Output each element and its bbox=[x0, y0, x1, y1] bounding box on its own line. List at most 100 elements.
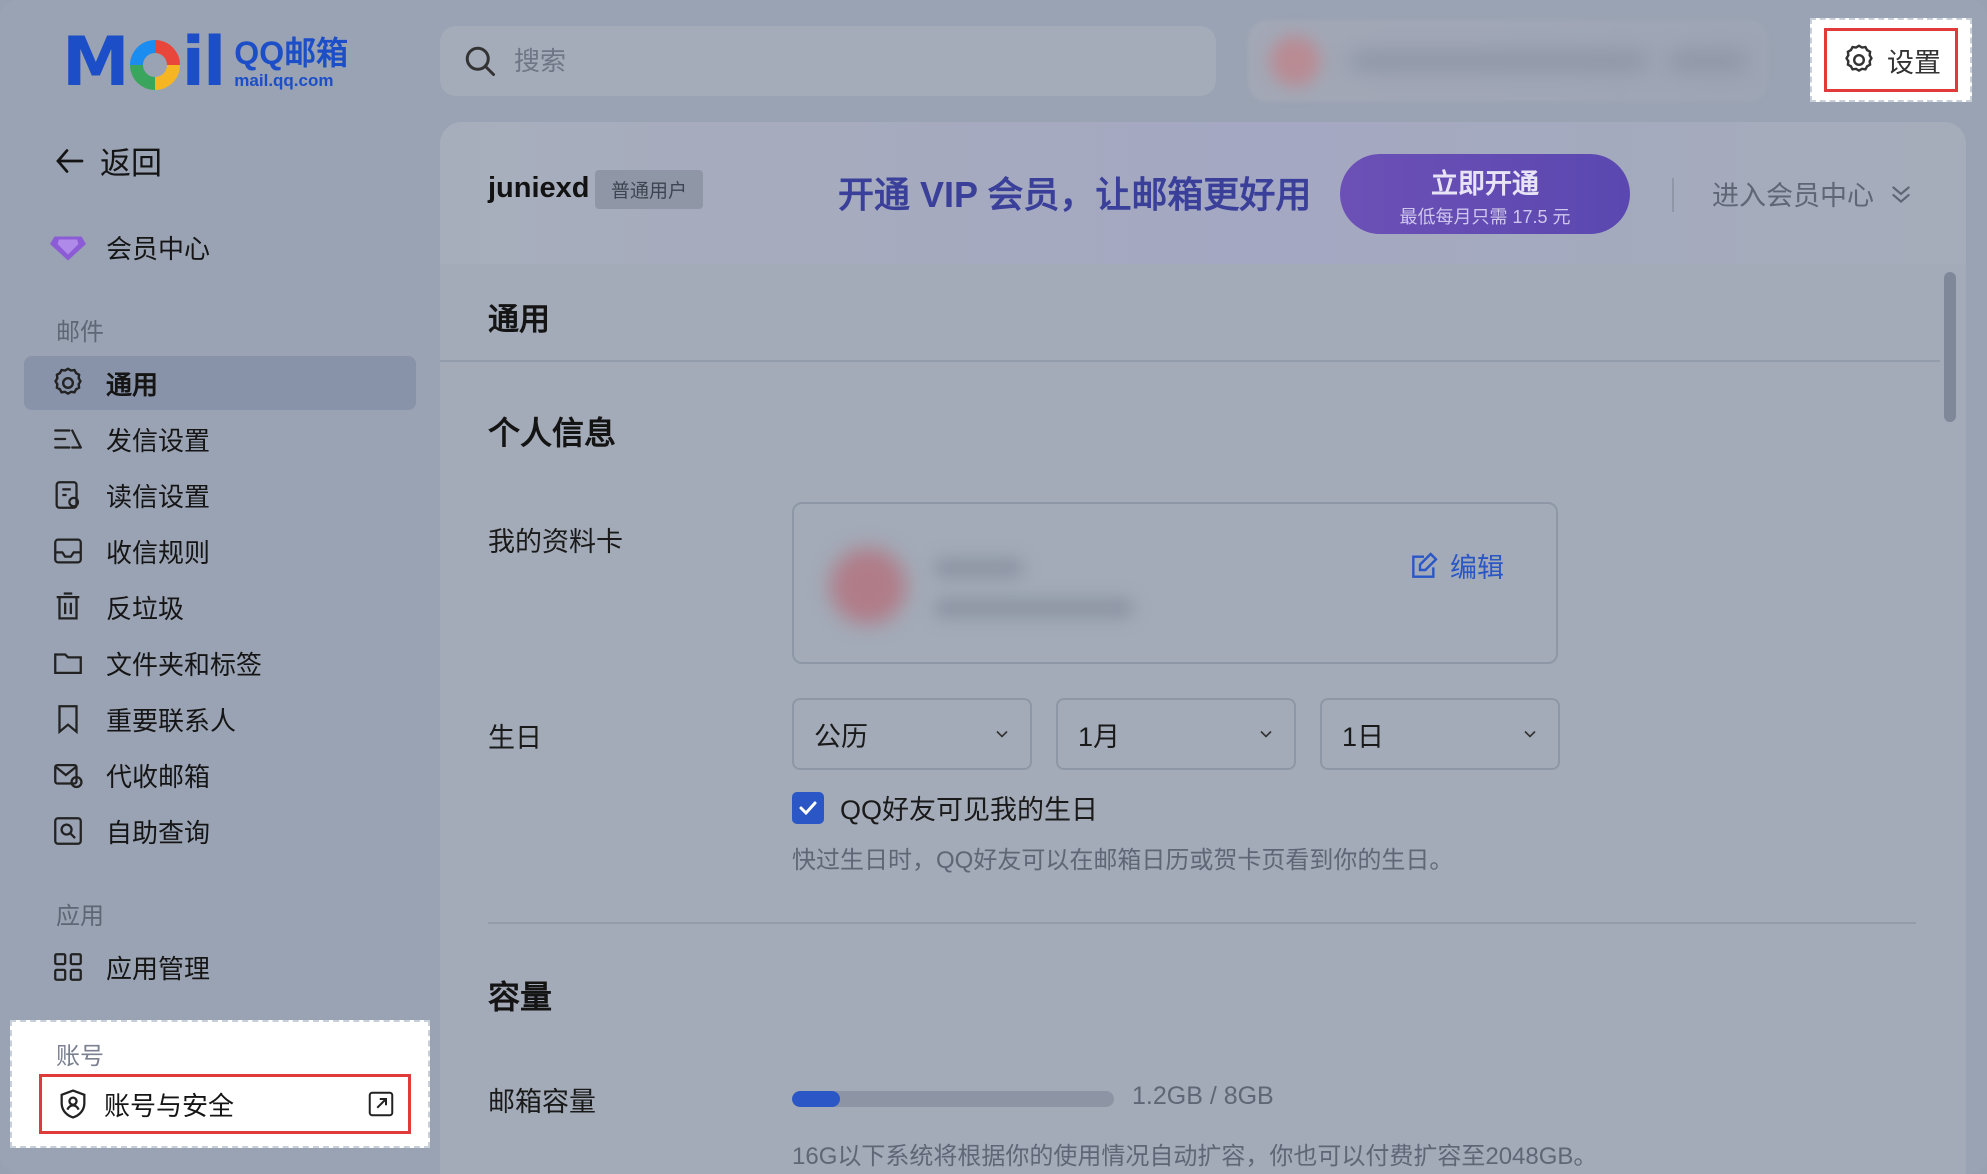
edit-label: 编辑 bbox=[1450, 553, 1504, 583]
qqmail-logo[interactable]: Mil QQ邮箱 mail.qq.com bbox=[62, 28, 348, 98]
select-value: 1日 bbox=[1342, 721, 1385, 752]
sidebar-item-account-security[interactable]: 账号与安全 bbox=[39, 1074, 411, 1134]
edit-icon bbox=[1412, 551, 1438, 578]
profile-card-label: 我的资料卡 bbox=[488, 527, 623, 557]
birthday-calendar-select[interactable]: 公历 bbox=[792, 698, 1032, 770]
search-bar[interactable] bbox=[440, 26, 1216, 96]
gear-icon bbox=[1845, 44, 1873, 73]
logo-brand: QQ邮箱 bbox=[234, 35, 349, 71]
sidebar-item-label: 收信规则 bbox=[106, 537, 211, 568]
mailbox-capacity-label: 邮箱容量 bbox=[488, 1087, 596, 1117]
back-button[interactable]: 返回 bbox=[52, 138, 162, 183]
sidebar-item-general[interactable]: 通用 bbox=[24, 356, 416, 410]
sidebar-item-read-settings[interactable]: 读信设置 bbox=[24, 468, 416, 522]
check-icon bbox=[799, 801, 817, 815]
vip-slogan: 开通 VIP 会员，让邮箱更好用 bbox=[838, 174, 1312, 215]
vip-open-button[interactable]: 立即开通 最低每月只需 17.5 元 bbox=[1340, 154, 1630, 234]
capacity-hint: 16G以下系统将根据你的使用情况自动扩容，你也可以付费扩容至2048GB。 bbox=[792, 1143, 1598, 1170]
vip-open-title: 立即开通 bbox=[1431, 169, 1539, 199]
divider bbox=[440, 360, 1940, 362]
select-value: 公历 bbox=[814, 721, 868, 752]
settings-highlight: 设置 bbox=[1810, 18, 1972, 102]
search-input[interactable] bbox=[512, 44, 1116, 78]
birthday-label: 生日 bbox=[488, 723, 542, 753]
sidebar-item-label: 账号与安全 bbox=[104, 1090, 235, 1121]
sidebar-item-label: 反垃圾 bbox=[106, 593, 185, 624]
birthday-month-select[interactable]: 1月 bbox=[1056, 698, 1296, 770]
vip-banner: juniexd 普通用户 开通 VIP 会员，让邮箱更好用 立即开通 最低每月只… bbox=[440, 122, 1966, 264]
account-highlight: 账号 账号与安全 bbox=[10, 1020, 430, 1148]
avatar bbox=[1270, 36, 1320, 86]
section-apps: 应用 bbox=[56, 903, 104, 930]
arrow-left-icon bbox=[56, 148, 84, 173]
vip-center-label: 进入会员中心 bbox=[1712, 181, 1874, 211]
logo-domain: mail.qq.com bbox=[234, 71, 334, 90]
section-account: 账号 bbox=[56, 1043, 104, 1070]
user-account-area[interactable] bbox=[1248, 20, 1768, 102]
send-settings-icon bbox=[54, 429, 82, 449]
sidebar-item-folders-labels[interactable]: 文件夹和标签 bbox=[24, 636, 416, 690]
sidebar-item-important-contacts[interactable]: 重要联系人 bbox=[24, 692, 416, 746]
sidebar-item-inbox-rules[interactable]: 收信规则 bbox=[24, 524, 416, 578]
sidebar-item-self-query[interactable]: 自助查询 bbox=[24, 804, 416, 858]
chevron-down-icon bbox=[1260, 730, 1272, 738]
back-label: 返回 bbox=[100, 146, 162, 181]
sidebar-item-label: 自助查询 bbox=[106, 817, 211, 848]
divider bbox=[1672, 178, 1674, 212]
app-window: Mil QQ邮箱 mail.qq.com 设置 返回 会员中心 邮件 bbox=[0, 0, 1987, 1174]
trash-icon bbox=[56, 592, 80, 620]
double-chevron-down-icon bbox=[1892, 185, 1910, 203]
logo-letters-il: il bbox=[181, 23, 227, 102]
scrollbar[interactable] bbox=[1944, 272, 1956, 422]
checkbox[interactable] bbox=[792, 791, 824, 824]
sidebar-item-label: 发信设置 bbox=[106, 425, 211, 456]
sidebar-item-anti-spam[interactable]: 反垃圾 bbox=[24, 580, 416, 634]
sidebar-item-label: 读信设置 bbox=[106, 481, 211, 512]
capacity-progress-bar bbox=[792, 1091, 1114, 1107]
inbox-rule-icon bbox=[54, 538, 82, 564]
chevron-down-icon bbox=[1524, 730, 1536, 738]
user-level-badge: 普通用户 bbox=[595, 170, 704, 209]
external-link-icon bbox=[368, 1091, 394, 1117]
capacity-heading: 容量 bbox=[488, 979, 553, 1015]
vip-open-subtitle: 最低每月只需 17.5 元 bbox=[1399, 207, 1571, 227]
sidebar-item-app-management[interactable]: 应用管理 bbox=[24, 940, 416, 994]
birthday-visible-checkbox[interactable]: QQ好友可见我的生日 bbox=[792, 788, 1098, 827]
username: juniexd bbox=[488, 172, 590, 204]
bookmark-icon bbox=[58, 705, 78, 735]
section-mail: 邮件 bbox=[56, 319, 104, 346]
divider bbox=[488, 922, 1916, 924]
chevron-down-icon bbox=[996, 730, 1008, 738]
sidebar-item-send-settings[interactable]: 发信设置 bbox=[24, 412, 416, 466]
settings-main-panel: juniexd 普通用户 开通 VIP 会员，让邮箱更好用 立即开通 最低每月只… bbox=[440, 122, 1966, 1174]
sidebar-item-label: 应用管理 bbox=[106, 953, 211, 984]
select-value: 1月 bbox=[1078, 721, 1121, 752]
avatar bbox=[830, 548, 906, 624]
profile-card: 编辑 bbox=[792, 502, 1558, 664]
sidebar-item-label: 通用 bbox=[106, 369, 159, 400]
checkbox-label: QQ好友可见我的生日 bbox=[840, 795, 1099, 825]
settings-label: 设置 bbox=[1887, 47, 1941, 78]
logo-letter-m: M bbox=[62, 23, 130, 102]
self-query-icon bbox=[54, 817, 82, 845]
sidebar-item-label: 重要联系人 bbox=[106, 705, 237, 736]
read-settings-icon bbox=[55, 481, 80, 509]
sidebar-item-label: 代收邮箱 bbox=[106, 761, 211, 792]
folder-icon bbox=[54, 653, 82, 675]
vip-center-link[interactable]: 进入会员中心 bbox=[1712, 174, 1914, 213]
grid-icon bbox=[54, 953, 82, 981]
personal-info-heading: 个人信息 bbox=[488, 415, 617, 451]
birthday-day-select[interactable]: 1日 bbox=[1320, 698, 1560, 770]
sidebar-item-mail-collect[interactable]: 代收邮箱 bbox=[24, 748, 416, 802]
diamond-icon bbox=[50, 236, 86, 261]
birthday-hint: 快过生日时，QQ好友可以在邮箱日历或贺卡页看到你的生日。 bbox=[792, 847, 1454, 874]
mail-collect-icon bbox=[54, 763, 83, 789]
logo-o-icon bbox=[129, 40, 180, 90]
sidebar-item-label: 文件夹和标签 bbox=[106, 649, 263, 680]
gear-icon bbox=[54, 367, 82, 396]
settings-button[interactable]: 设置 bbox=[1824, 28, 1958, 92]
shield-icon bbox=[60, 1089, 86, 1119]
edit-profile-button[interactable]: 编辑 bbox=[1408, 546, 1504, 585]
page-title: 通用 bbox=[488, 302, 550, 337]
sidebar-item-vip-center[interactable]: 会员中心 bbox=[24, 220, 416, 274]
